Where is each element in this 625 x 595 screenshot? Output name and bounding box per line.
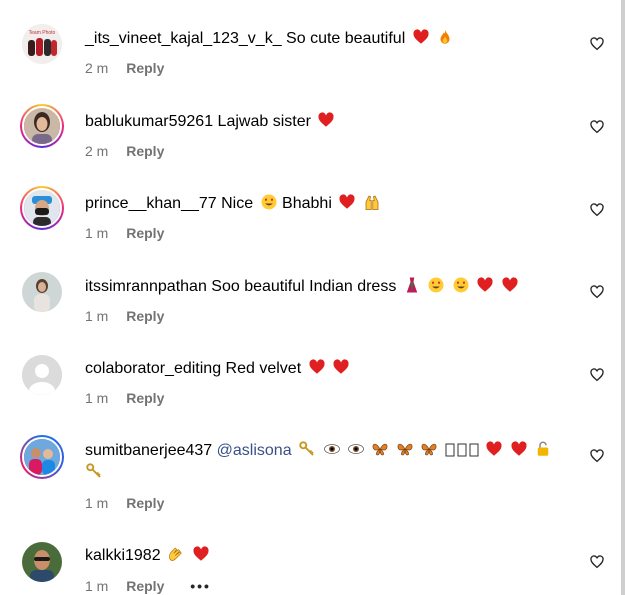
comment-timestamp: 2 m bbox=[85, 143, 109, 159]
group-photo-icon: Team Photo bbox=[22, 24, 62, 64]
box-icon bbox=[469, 442, 479, 464]
comment-username[interactable]: kalkki1982 bbox=[85, 547, 161, 564]
red-heart-icon bbox=[332, 358, 350, 382]
comment-text: Nice bbox=[221, 195, 254, 212]
red-heart-icon bbox=[338, 193, 356, 217]
avatar[interactable] bbox=[22, 542, 62, 582]
red-heart-icon bbox=[308, 358, 326, 382]
red-heart-icon bbox=[476, 276, 494, 300]
clapping-hands-icon bbox=[167, 545, 185, 569]
reply-button[interactable]: Reply bbox=[126, 578, 164, 594]
butterfly-icon bbox=[396, 440, 414, 464]
comment-timestamp: 1 m bbox=[85, 225, 109, 241]
like-heart-icon[interactable] bbox=[589, 202, 605, 218]
comment-item: Team Photo _its_vineet_kajal_123_v_k_ So… bbox=[0, 0, 621, 83]
comment-text: Red velvet bbox=[225, 360, 302, 377]
woman-photo-icon bbox=[24, 108, 60, 144]
red-heart-icon bbox=[510, 440, 528, 464]
avatar[interactable] bbox=[20, 435, 64, 479]
comment-timestamp: 1 m bbox=[85, 578, 109, 594]
red-heart-icon bbox=[501, 276, 519, 300]
comment-username[interactable]: _its_vineet_kajal_123_v_k_ bbox=[85, 30, 282, 47]
reply-button[interactable]: Reply bbox=[126, 495, 164, 511]
heart-eyes-icon bbox=[427, 276, 445, 300]
more-options-button[interactable]: ••• bbox=[190, 578, 211, 594]
comment-item: bablukumar59261 Lajwab sister 2 m Reply bbox=[0, 83, 621, 166]
couple-photo-icon bbox=[24, 439, 60, 475]
comment-text: So cute beautiful bbox=[286, 30, 406, 47]
reply-button[interactable]: Reply bbox=[126, 143, 164, 159]
avatar[interactable]: Team Photo bbox=[22, 24, 62, 64]
key-icon bbox=[298, 440, 316, 464]
comment-username[interactable]: colaborator_editing bbox=[85, 360, 221, 377]
raised-hands-icon bbox=[363, 193, 381, 217]
reply-button[interactable]: Reply bbox=[126, 390, 164, 406]
comment-item: prince__khan__77 Nice Bhabhi 1 m Reply bbox=[0, 166, 621, 248]
like-heart-icon[interactable] bbox=[589, 36, 605, 52]
comment-timestamp: 1 m bbox=[85, 495, 109, 511]
comment-username[interactable]: sumitbanerjee437 bbox=[85, 442, 212, 459]
lock-icon bbox=[534, 440, 552, 464]
heart-eyes-icon bbox=[260, 193, 278, 217]
red-heart-icon bbox=[485, 440, 503, 464]
red-heart-icon bbox=[412, 28, 430, 52]
avatar[interactable] bbox=[20, 186, 64, 230]
comment-username[interactable]: itssimrannpathan bbox=[85, 278, 207, 295]
svg-text:Team Photo: Team Photo bbox=[29, 30, 56, 36]
comment-username[interactable]: prince__khan__77 bbox=[85, 195, 217, 212]
scrollbar-track[interactable] bbox=[621, 0, 625, 595]
comment-item: colaborator_editing Red velvet 1 m Reply bbox=[0, 331, 621, 413]
reply-button[interactable]: Reply bbox=[126, 308, 164, 324]
fire-icon bbox=[436, 28, 454, 52]
comment-text: Soo beautiful Indian dress bbox=[211, 278, 397, 295]
like-heart-icon[interactable] bbox=[589, 367, 605, 383]
like-heart-icon[interactable] bbox=[589, 554, 605, 570]
dress-icon bbox=[403, 276, 421, 300]
like-heart-icon[interactable] bbox=[589, 119, 605, 135]
avatar[interactable] bbox=[22, 355, 62, 395]
reply-button[interactable]: Reply bbox=[126, 225, 164, 241]
comment-timestamp: 2 m bbox=[85, 60, 109, 76]
comment-mention-link[interactable]: @aslisona bbox=[217, 442, 292, 459]
default-avatar-icon bbox=[22, 355, 62, 395]
like-heart-icon[interactable] bbox=[589, 284, 605, 300]
comment-item: kalkki1982 1 m Reply ••• bbox=[0, 530, 621, 595]
man-glasses-photo-icon bbox=[22, 542, 62, 582]
comment-item: sumitbanerjee437 @aslisona 1 m Reply bbox=[0, 413, 621, 530]
comment-text-2: Bhabhi bbox=[282, 195, 332, 212]
like-heart-icon[interactable] bbox=[589, 448, 605, 464]
reply-button[interactable]: Reply bbox=[126, 60, 164, 76]
red-heart-icon bbox=[317, 111, 335, 135]
comment-item: itssimrannpathan Soo beautiful Indian dr… bbox=[0, 248, 621, 331]
avatar[interactable] bbox=[20, 104, 64, 148]
key-icon bbox=[85, 462, 103, 486]
box-icon bbox=[445, 442, 455, 464]
comment-username[interactable]: bablukumar59261 bbox=[85, 113, 213, 130]
eye-icon bbox=[347, 440, 365, 464]
comment-text: Lajwab sister bbox=[217, 113, 311, 130]
comment-timestamp: 1 m bbox=[85, 308, 109, 324]
butterfly-icon bbox=[420, 440, 438, 464]
avatar[interactable] bbox=[22, 272, 62, 312]
man-mask-photo-icon bbox=[24, 190, 60, 226]
red-heart-icon bbox=[192, 545, 210, 569]
comment-timestamp: 1 m bbox=[85, 390, 109, 406]
eye-icon bbox=[323, 440, 341, 464]
heart-eyes-icon bbox=[452, 276, 470, 300]
box-icon bbox=[457, 442, 467, 464]
butterfly-icon bbox=[371, 440, 389, 464]
woman-outdoor-photo-icon bbox=[22, 272, 62, 312]
